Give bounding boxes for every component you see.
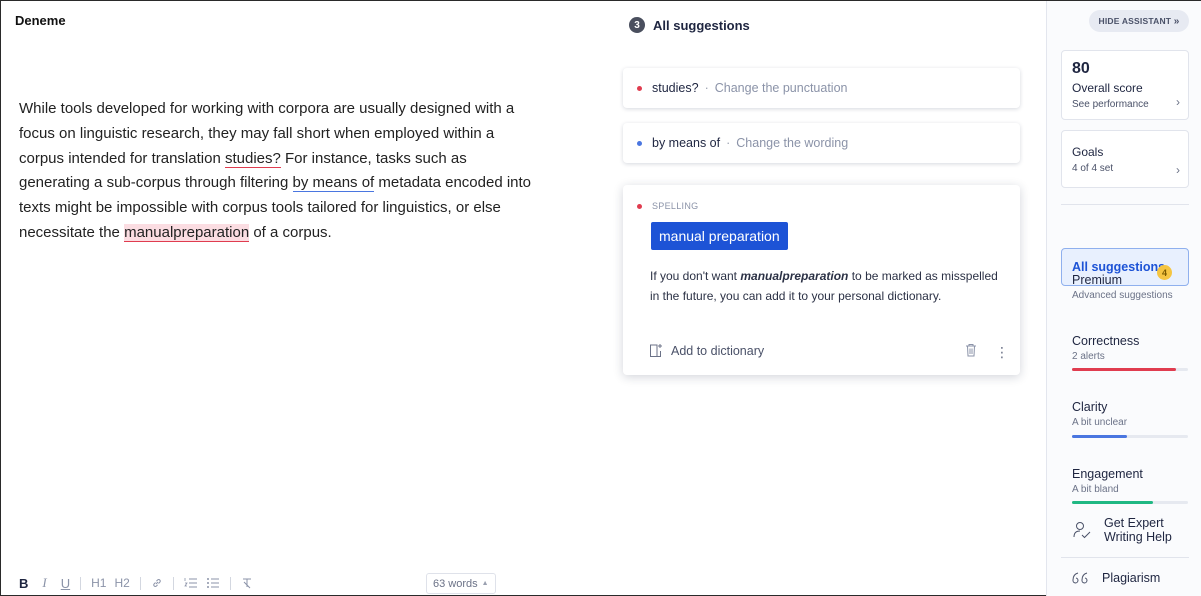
goals-card[interactable]: Goals 4 of 4 set › — [1061, 130, 1189, 188]
correctness-bar — [1072, 368, 1188, 371]
body-text: of a corpus. — [249, 223, 332, 241]
expert-person-icon — [1073, 522, 1091, 539]
suggestion-key: studies? — [652, 81, 699, 95]
overall-score-card[interactable]: 80 Overall score See performance › — [1061, 50, 1189, 120]
explanation-text: If you don't want — [650, 269, 741, 283]
engagement-title: Engagement — [1072, 467, 1143, 481]
overall-score-value: 80 — [1072, 60, 1090, 77]
suggestions-title: All suggestions — [653, 17, 750, 33]
link-icon[interactable] — [147, 573, 167, 593]
panel-divider — [1061, 557, 1189, 558]
plagiarism-label: Plagiarism — [1102, 571, 1161, 585]
underline-button[interactable]: U — [57, 573, 74, 593]
panel-divider — [1061, 204, 1189, 205]
premium-subtitle: Advanced suggestions — [1072, 290, 1173, 301]
suggestion-card-by-means-of[interactable]: by means of · Change the wording — [623, 123, 1020, 163]
assistant-panel: HIDE ASSISTANT » 80 Overall score See pe… — [1046, 1, 1201, 596]
dictionary-icon — [650, 344, 662, 357]
document-title[interactable]: Deneme — [15, 13, 66, 28]
see-performance-link: See performance — [1072, 99, 1149, 110]
hide-assistant-button[interactable]: HIDE ASSISTANT » — [1089, 10, 1189, 32]
double-chevron-right-icon: » — [1173, 15, 1180, 27]
clarity-title: Clarity — [1072, 400, 1108, 414]
separator-dot: · — [704, 81, 709, 95]
explanation-word: manualpreparation — [740, 269, 849, 283]
numbered-list-icon[interactable] — [180, 573, 202, 593]
category-label: SPELLING — [652, 201, 699, 211]
bulleted-list-icon[interactable] — [202, 573, 224, 593]
expert-writing-help-button[interactable]: Get Expert Writing Help — [1072, 516, 1172, 544]
engagement-bar — [1072, 501, 1188, 504]
heading2-button[interactable]: H2 — [110, 573, 133, 593]
premium-category[interactable]: Premium Advanced suggestions — [1072, 273, 1190, 301]
premium-count-badge: 4 — [1157, 265, 1172, 280]
toolbar-divider — [80, 576, 82, 590]
plagiarism-button[interactable]: Plagiarism — [1072, 571, 1160, 585]
flagged-word-studies[interactable]: studies? — [224, 149, 281, 168]
alert-dot-icon — [637, 85, 642, 91]
suggestion-description: Change the punctuation — [714, 81, 848, 95]
correctness-title: Correctness — [1072, 334, 1140, 348]
goals-label: Goals — [1072, 145, 1104, 159]
suggestion-card-studies[interactable]: studies? · Change the punctuation — [623, 68, 1020, 108]
expert-line-1: Get Expert — [1104, 516, 1164, 530]
clarity-bar-fill — [1072, 435, 1127, 438]
overall-score-label: Overall score — [1072, 81, 1143, 95]
flagged-word-manualpreparation[interactable]: manualpreparation — [124, 223, 250, 242]
alert-dot-icon — [637, 203, 642, 209]
quote-icon — [1072, 572, 1088, 584]
suggestion-card-expanded: SPELLING manual preparation If you don't… — [623, 185, 1020, 375]
toolbar-divider — [139, 576, 141, 590]
chevron-right-icon: › — [1176, 163, 1180, 177]
add-to-dictionary-button[interactable]: Add to dictionary — [649, 343, 764, 358]
suggestion-explanation: If you don't want manualpreparation to b… — [650, 267, 1005, 306]
clarity-category[interactable]: Clarity A bit unclear — [1072, 400, 1190, 438]
accept-replacement-button[interactable]: manual preparation — [651, 222, 788, 250]
correctness-category[interactable]: Correctness 2 alerts — [1072, 334, 1190, 371]
flagged-phrase-by-means-of[interactable]: by means of — [292, 174, 375, 193]
alert-dot-icon — [637, 140, 642, 146]
suggestion-description: Change the wording — [736, 136, 849, 150]
hide-assistant-label: HIDE ASSISTANT — [1098, 16, 1172, 26]
add-to-dictionary-label: Add to dictionary — [671, 343, 765, 358]
toolbar-divider — [172, 576, 174, 590]
expert-line-2: Writing Help — [1104, 530, 1172, 544]
clarity-bar — [1072, 435, 1188, 438]
clear-format-icon[interactable] — [237, 573, 257, 593]
premium-title: Premium — [1072, 273, 1123, 287]
goals-status: 4 of 4 set — [1072, 163, 1114, 174]
separator-dot: · — [726, 136, 731, 150]
suggestion-count-badge: 3 — [629, 17, 645, 33]
chevron-right-icon: › — [1176, 95, 1180, 109]
toolbar-divider — [229, 576, 231, 590]
correctness-subtitle: 2 alerts — [1072, 351, 1105, 362]
italic-button[interactable]: I — [38, 573, 50, 593]
trash-icon[interactable] — [965, 343, 977, 362]
heading1-button[interactable]: H1 — [87, 573, 110, 593]
word-count-button[interactable]: 63 words ▲ — [426, 573, 496, 594]
bold-button[interactable]: B — [15, 573, 32, 593]
suggestions-header: 3 All suggestions — [629, 17, 750, 33]
app-window: Deneme While tools developed for working… — [0, 0, 1201, 596]
formatting-toolbar: B I U H1 H2 — [15, 573, 257, 593]
word-count-label: 63 words — [433, 577, 478, 590]
more-options-icon[interactable]: ⋮ — [995, 345, 1009, 359]
engagement-subtitle: A bit bland — [1072, 484, 1119, 495]
caret-up-icon: ▲ — [481, 580, 489, 587]
clarity-subtitle: A bit unclear — [1072, 417, 1128, 428]
suggestion-key: by means of — [652, 136, 721, 150]
suggestion-category: SPELLING — [637, 201, 698, 211]
engagement-category[interactable]: Engagement A bit bland — [1072, 467, 1190, 504]
correctness-bar-fill — [1072, 368, 1177, 371]
engagement-bar-fill — [1072, 501, 1154, 504]
document-body[interactable]: While tools developed for working with c… — [19, 97, 539, 246]
